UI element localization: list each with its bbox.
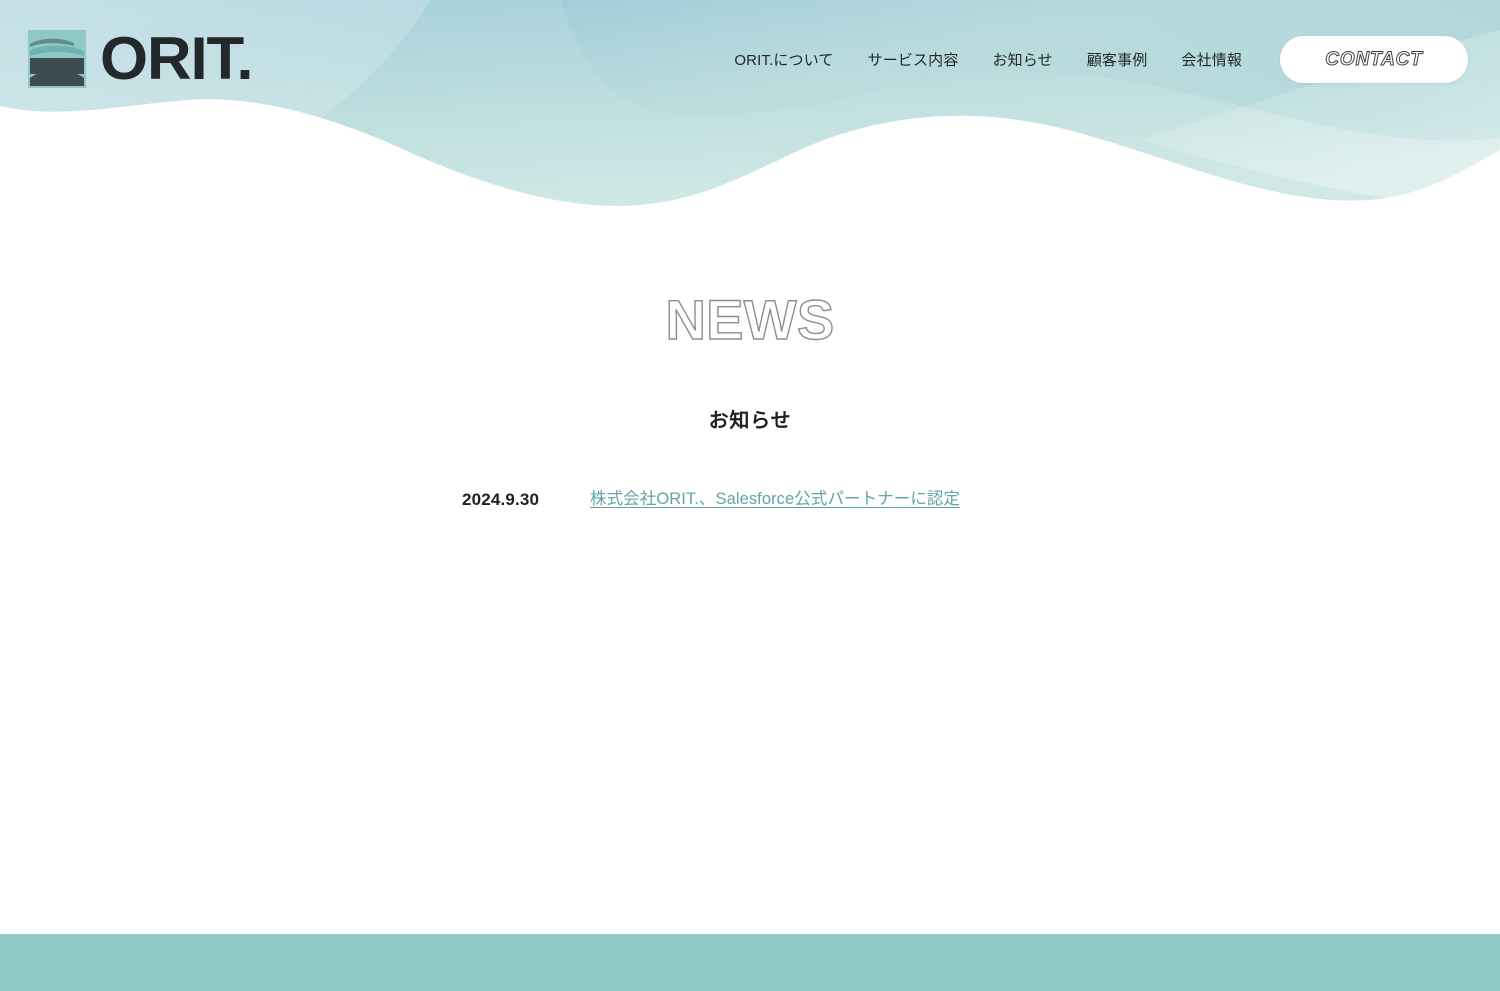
section-subtitle: お知らせ bbox=[708, 410, 792, 432]
nav-item-company[interactable]: 会社情報 bbox=[1181, 49, 1242, 70]
nav-item-services[interactable]: サービス内容 bbox=[868, 49, 959, 70]
page-title-en: NEWS bbox=[665, 288, 835, 351]
news-list-item: 2024.9.30 株式会社ORIT.、Salesforce公式パートナーに認定 bbox=[440, 487, 1060, 513]
contact-button-label: CONTACT bbox=[1325, 48, 1423, 70]
news-item-link[interactable]: 株式会社ORIT.、Salesforce公式パートナーに認定 bbox=[590, 487, 960, 513]
footer-band bbox=[0, 934, 1500, 991]
nav-item-news[interactable]: お知らせ bbox=[992, 49, 1052, 70]
nav-item-about[interactable]: ORIT.について bbox=[734, 49, 833, 70]
news-item-date: 2024.9.30 bbox=[462, 490, 540, 509]
brand-wordmark: ORIT. bbox=[100, 25, 254, 92]
site-header: ORIT. ORIT.について サービス内容 お知らせ 顧客事例 会社情報 CO… bbox=[0, 0, 1500, 118]
nav-item-cases[interactable]: 顧客事例 bbox=[1087, 49, 1148, 70]
page-title: NEWS bbox=[0, 288, 1500, 351]
news-list: 2024.9.30 株式会社ORIT.、Salesforce公式パートナーに認定 bbox=[0, 487, 1500, 513]
brand-logo-link[interactable]: ORIT. bbox=[28, 29, 254, 89]
primary-navigation: ORIT.について サービス内容 お知らせ 顧客事例 会社情報 bbox=[734, 49, 1242, 70]
contact-button[interactable]: CONTACT bbox=[1280, 35, 1468, 83]
orit-wave-square-logo-icon bbox=[28, 30, 86, 88]
